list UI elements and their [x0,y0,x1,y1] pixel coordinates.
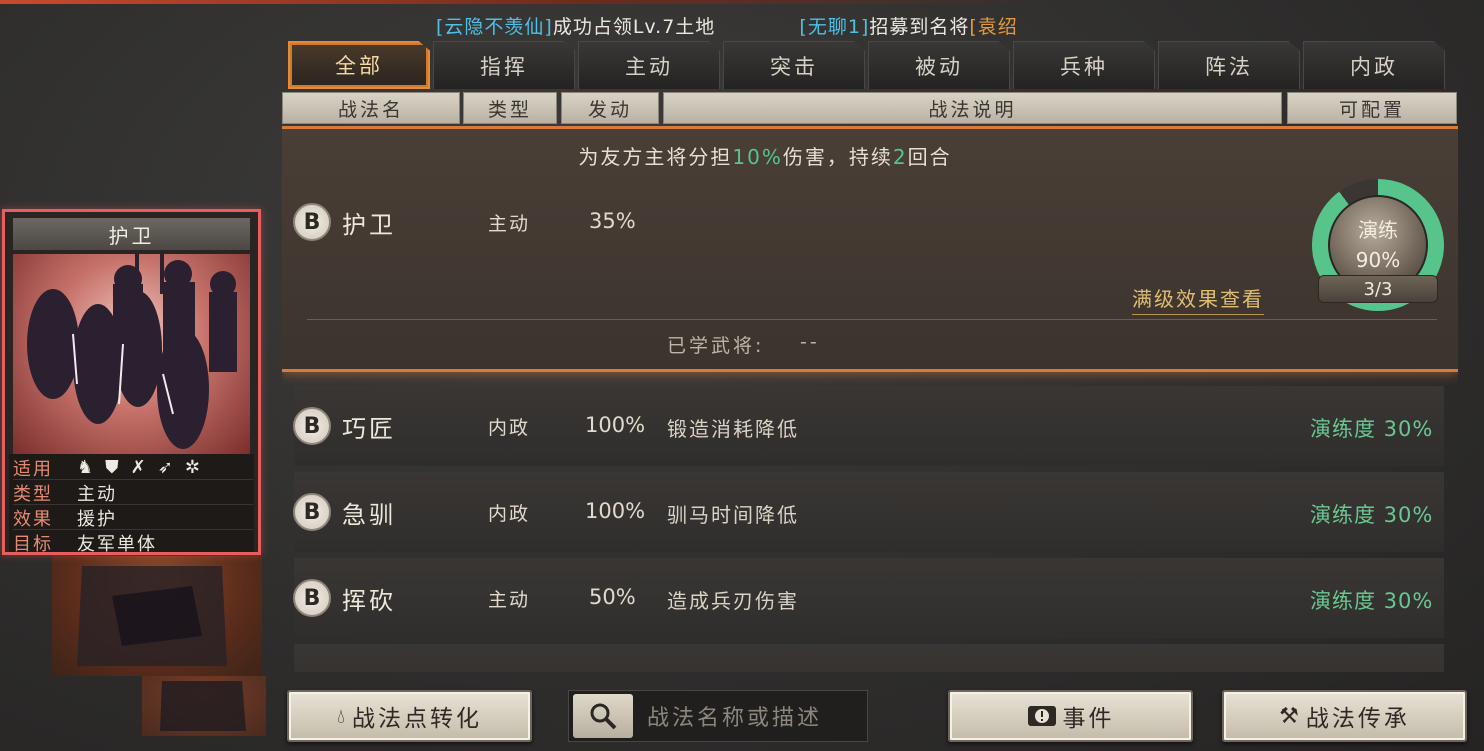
events-button[interactable]: 事件 [948,690,1193,742]
skill-type: 内政 [488,503,531,525]
skill-search-bar: 战法名称或描述 [568,690,868,742]
card-type-row: 类型 主动 [13,481,253,505]
column-header-type[interactable]: 类型 [463,92,557,124]
list-item[interactable] [294,386,1444,466]
card-artwork [13,254,250,454]
card-suit-row: 适用 ♞ ⛊ ✗ ➶ ✲ [13,456,253,480]
effect-label: 效果 [13,508,53,530]
broadcast-marquee: [云隐不羡仙]成功占领Lv.7土地 [无聊1]招募到名将[袁绍 [436,12,1018,42]
skill-list: 为友方主将分担10%伤害，持续2回合 B 护卫 主动 35% 满级效果查看 已学… [282,126,1458,672]
list-item[interactable] [294,644,1444,672]
learned-generals-value: -- [800,331,820,353]
marquee-hero: [袁绍 [969,16,1018,38]
tab-formation[interactable]: 阵法 [1158,41,1300,89]
skill-inherit-button[interactable]: ⚒ 战法传承 [1222,690,1467,742]
list-item[interactable] [294,472,1444,552]
target-label: 目标 [13,534,53,555]
drop-icon: 💧︎ [337,704,348,728]
selected-skill-name: 护卫 [342,211,396,239]
full-level-effect-link[interactable]: 满级效果查看 [1132,283,1264,315]
card-title: 护卫 [13,218,250,250]
skill-trigger: 50% [589,585,636,609]
training-label: 演练 [1358,218,1398,242]
convert-skill-points-button[interactable]: 💧︎ 战法点转化 [287,690,532,742]
skill-description: 造成兵刃伤害 [667,589,799,613]
marquee-text-1: 成功占领Lv.7土地 [552,16,716,38]
card-info-panel: 适用 ♞ ⛊ ✗ ➶ ✲ 类型 主动 效果 援护 目标 友军单体 [9,454,254,555]
inherit-button-label: 战法传承 [1305,706,1410,732]
tab-passive[interactable]: 被动 [868,41,1010,89]
skill-description: 锻造消耗降低 [667,417,799,441]
hammer-icon: ⚒ [1279,703,1302,729]
shield-icon: ⛊ [105,457,119,478]
selected-skill-type: 主动 [488,213,531,235]
skill-trigger: 100% [585,413,646,437]
divider [307,319,1437,320]
column-header-name[interactable]: 战法名 [282,92,460,124]
wheel-icon: ✲ [184,457,200,478]
effect-value: 援护 [77,508,117,530]
tab-command[interactable]: 指挥 [433,41,575,89]
search-button[interactable] [573,694,633,738]
list-item[interactable] [294,558,1444,638]
grade-badge: B [293,579,331,617]
selected-skill-row[interactable]: 为友方主将分担10%伤害，持续2回合 B 护卫 主动 35% 满级效果查看 已学… [282,126,1458,372]
card-stack-background [52,556,262,676]
tab-assault[interactable]: 突击 [723,41,865,89]
events-button-label: 事件 [1062,706,1115,732]
marquee-text-2: 招募到名将 [869,16,970,38]
type-value: 主动 [77,483,117,505]
cavalry-icon: ♞ [77,457,94,478]
grade-badge: B [293,203,331,241]
target-value: 友军单体 [77,534,157,555]
skill-training-level: 演练度 30% [1310,589,1434,613]
skill-training-level: 演练度 30% [1310,503,1434,527]
card-target-row: 目标 友军单体 [13,531,253,555]
grade-badge: B [293,493,331,531]
skill-type: 内政 [488,417,531,439]
search-input[interactable]: 战法名称或描述 [647,700,822,732]
skill-trigger: 100% [585,499,646,523]
bow-icon: ✗ [130,457,146,478]
card-stack-background-lower [142,676,266,736]
column-header-configurable[interactable]: 可配置 [1287,92,1457,124]
training-count-badge: 3/3 [1318,275,1438,303]
search-icon [590,703,617,730]
training-percent: 90% [1355,248,1401,272]
selected-skill-trigger: 35% [589,209,636,233]
grade-badge: B [293,407,331,445]
tab-domestic[interactable]: 内政 [1303,41,1445,89]
type-label: 类型 [13,483,53,505]
skill-name: 急驯 [342,501,396,529]
training-progress-ring[interactable]: 演练 90% 3/3 [1312,179,1448,311]
convert-button-label: 战法点转化 [352,706,482,732]
alert-icon [1027,706,1056,726]
skill-filter-tabs: 全部 指挥 主动 突击 被动 兵种 阵法 内政 [288,41,1445,89]
skill-detail-card: 护卫 适用 ♞ ⛊ ✗ ➶ ✲ 类型 主动 效果 援护 目标 友军单体 [2,209,261,555]
column-header-trigger[interactable]: 发动 [561,92,659,124]
skill-training-level: 演练度 30% [1310,417,1434,441]
selected-skill-description: 为友方主将分担10%伤害，持续2回合 [578,145,952,169]
spear-icon: ➶ [157,457,173,478]
skill-type: 主动 [488,589,531,611]
tab-active[interactable]: 主动 [578,41,720,89]
skill-name: 挥砍 [342,587,396,615]
top-border-decoration [0,0,1484,4]
marquee-player-1: [云隐不羡仙] [436,16,553,38]
card-effect-row: 效果 援护 [13,506,253,530]
tab-troop[interactable]: 兵种 [1013,41,1155,89]
skill-description: 驯马时间降低 [667,503,799,527]
learned-generals-label: 已学武将: [667,335,765,357]
tab-all[interactable]: 全部 [288,41,430,89]
marquee-player-2: [无聊1] [799,16,870,38]
suit-label: 适用 [13,458,53,480]
column-header-description: 战法说明 [663,92,1282,124]
skill-name: 巧匠 [342,415,396,443]
